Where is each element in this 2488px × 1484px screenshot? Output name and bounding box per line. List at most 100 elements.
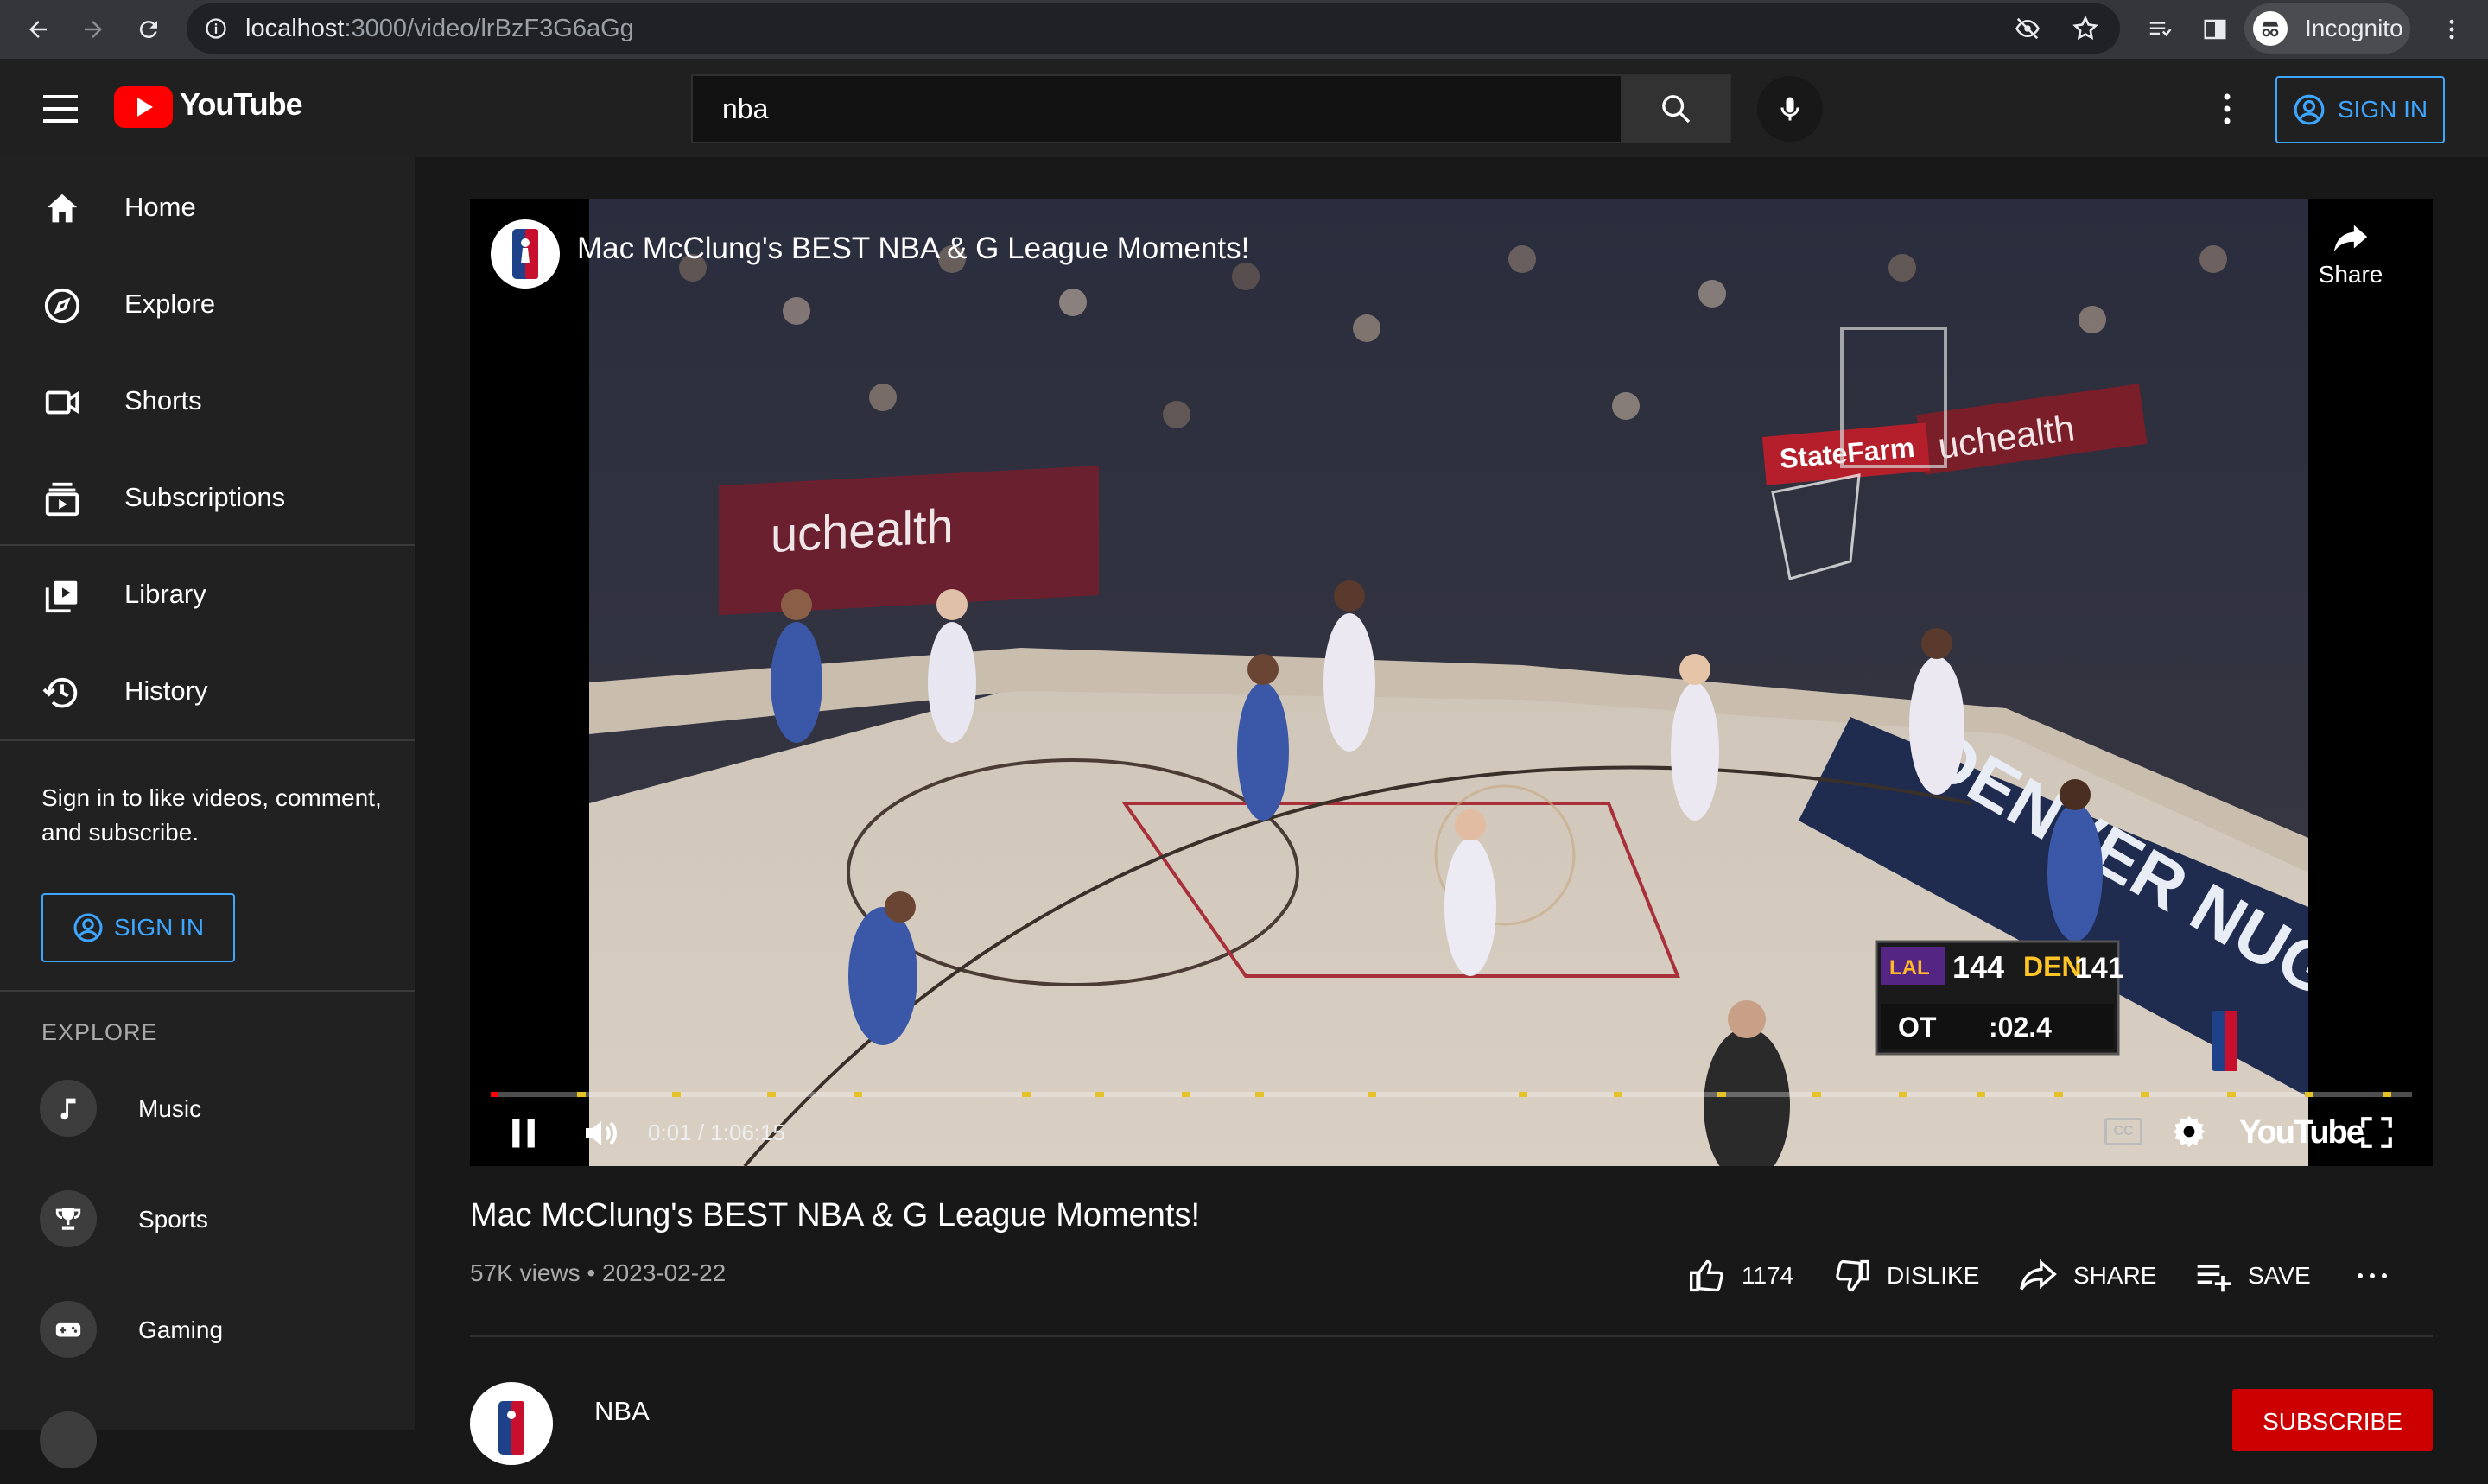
sidebar-sign-in-button[interactable]: SIGN IN <box>41 893 235 962</box>
account-circle-icon <box>2294 94 2325 125</box>
settings-gear-icon[interactable] <box>2170 1113 2208 1151</box>
masthead: YouTube SIGN IN <box>0 60 2488 157</box>
sidebar-item-music[interactable]: Music <box>0 1066 415 1152</box>
incognito-badge[interactable]: Incognito <box>2244 3 2410 54</box>
subscribe-button[interactable]: SUBSCRIBE <box>2232 1389 2433 1451</box>
search-icon <box>1662 95 1691 124</box>
url-text: localhost:3000/video/lrBzF3G6aGg <box>245 3 634 54</box>
header-sign-in-label: SIGN IN <box>2337 96 2428 123</box>
channel-name[interactable]: NBA <box>594 1396 650 1427</box>
sidebar-item-label: Sports <box>138 1206 208 1233</box>
scoreboard-team-a: LAL <box>1889 956 1930 980</box>
scoreboard-team-b: DEN <box>2023 951 2082 982</box>
scoreboard: LAL 144 DEN 141 OT :02.4 <box>1875 940 2124 1056</box>
voice-search-button[interactable] <box>1757 76 1823 142</box>
incognito-icon <box>2253 11 2288 46</box>
back-icon[interactable] <box>17 9 59 50</box>
hamburger-menu-icon[interactable] <box>40 90 81 128</box>
microphone-icon <box>1780 97 1799 121</box>
scoreboard-clock: :02.4 <box>1989 1012 2052 1043</box>
reading-list-icon[interactable] <box>2139 9 2180 50</box>
explore-more-icon <box>40 1411 97 1468</box>
progress-played <box>491 1092 498 1097</box>
nba-corner-logo <box>2212 1011 2237 1071</box>
sidebar-item-library[interactable]: Library <box>0 551 415 637</box>
search-box[interactable] <box>691 74 1622 143</box>
pause-icon[interactable] <box>505 1114 543 1152</box>
sidebar-item-gaming[interactable]: Gaming <box>0 1287 415 1373</box>
settings-menu-button[interactable] <box>2212 81 2243 136</box>
star-icon[interactable] <box>2072 15 2099 42</box>
sidebar-item-more[interactable] <box>0 1398 415 1484</box>
sidebar-item-label: Library <box>124 579 206 609</box>
explore-heading: EXPLORE <box>41 1019 158 1045</box>
like-button[interactable]: 1174 <box>1688 1254 1793 1297</box>
chapter-marker <box>1182 1092 1190 1097</box>
video-info: 57K views • 2023-02-22 <box>470 1259 726 1287</box>
chapter-marker <box>1899 1092 1907 1097</box>
eye-off-icon[interactable] <box>2015 16 2041 41</box>
sidebar-item-history[interactable]: History <box>0 648 415 734</box>
video-player[interactable]: uchealth uchealth StateFarm DENVER NUGGE… <box>470 199 2433 1166</box>
music-note-icon <box>40 1080 97 1137</box>
progress-bar[interactable] <box>491 1092 2412 1097</box>
dislike-label: DISLIKE <box>1887 1262 1980 1289</box>
chapter-marker <box>2383 1092 2391 1097</box>
more-horiz-icon <box>2358 1273 2387 1278</box>
search-button[interactable] <box>1621 74 1731 143</box>
save-button[interactable]: SAVE <box>2194 1254 2311 1297</box>
view-count: 57K views <box>470 1259 581 1286</box>
chapter-marker <box>1519 1092 1527 1097</box>
upload-date: 2023-02-22 <box>602 1259 727 1286</box>
captions-button[interactable]: CC <box>2104 1118 2142 1145</box>
like-count: 1174 <box>1742 1262 1794 1289</box>
info-icon[interactable] <box>204 16 228 41</box>
chapter-marker <box>854 1092 862 1097</box>
content-divider <box>470 1335 2433 1337</box>
sidebar-item-label: Music <box>138 1095 202 1122</box>
player-share-label: Share <box>2318 261 2383 288</box>
sidebar-item-sports[interactable]: Sports <box>0 1176 415 1263</box>
library-icon <box>41 575 83 617</box>
reload-icon[interactable] <box>128 9 169 50</box>
fullscreen-icon[interactable] <box>2358 1114 2395 1151</box>
channel-logo-overlay[interactable] <box>491 219 560 289</box>
sidebar-item-home[interactable]: Home <box>0 164 415 251</box>
volume-icon[interactable] <box>581 1113 622 1154</box>
player-title-overlay[interactable]: Mac McClung's BEST NBA & G League Moment… <box>577 231 1249 266</box>
dislike-button[interactable]: DISLIKE <box>1833 1254 1979 1297</box>
sidebar-item-explore[interactable]: Explore <box>0 261 415 347</box>
logo-text[interactable]: YouTube <box>180 86 303 123</box>
share-button[interactable]: SHARE <box>2018 1254 2156 1297</box>
header-sign-in-button[interactable]: SIGN IN <box>2275 76 2445 143</box>
incognito-label: Incognito <box>2305 15 2403 41</box>
address-bar[interactable]: localhost:3000/video/lrBzF3G6aGg <box>187 3 2120 54</box>
player-share-button[interactable]: Share <box>2303 221 2398 289</box>
forward-icon[interactable] <box>73 9 114 50</box>
sidebar-item-label: Gaming <box>138 1316 224 1343</box>
sidebar-item-label: Home <box>124 192 196 222</box>
nba-logo-icon <box>498 1401 524 1455</box>
url-path: :3000/video/lrBzF3G6aGg <box>344 15 634 42</box>
chapter-marker <box>1717 1092 1726 1097</box>
sidebar-item-shorts[interactable]: Shorts <box>0 358 415 444</box>
subscriptions-icon <box>41 479 83 520</box>
url-host: localhost <box>245 15 345 42</box>
search-input[interactable] <box>693 76 1622 142</box>
sidebar-divider <box>0 739 415 741</box>
chapter-marker <box>2227 1092 2236 1097</box>
share-arrow-icon <box>2333 225 2368 252</box>
youtube-watermark[interactable]: YouTube <box>2239 1114 2364 1151</box>
more-actions-button[interactable] <box>2355 1254 2390 1297</box>
meta-dot: • <box>587 1259 602 1286</box>
channel-avatar[interactable] <box>470 1382 553 1465</box>
side-panel-icon[interactable] <box>2194 9 2236 50</box>
chapter-marker <box>1095 1092 1104 1097</box>
sidebar-item-subscriptions[interactable]: Subscriptions <box>0 454 415 541</box>
thumbs-down-icon <box>1836 1259 1869 1292</box>
chapter-marker <box>1977 1092 1985 1097</box>
share-label: SHARE <box>2073 1262 2157 1289</box>
browser-menu-icon[interactable] <box>2431 9 2472 50</box>
more-vert-icon <box>2224 93 2231 124</box>
youtube-logo-icon[interactable] <box>114 86 173 128</box>
